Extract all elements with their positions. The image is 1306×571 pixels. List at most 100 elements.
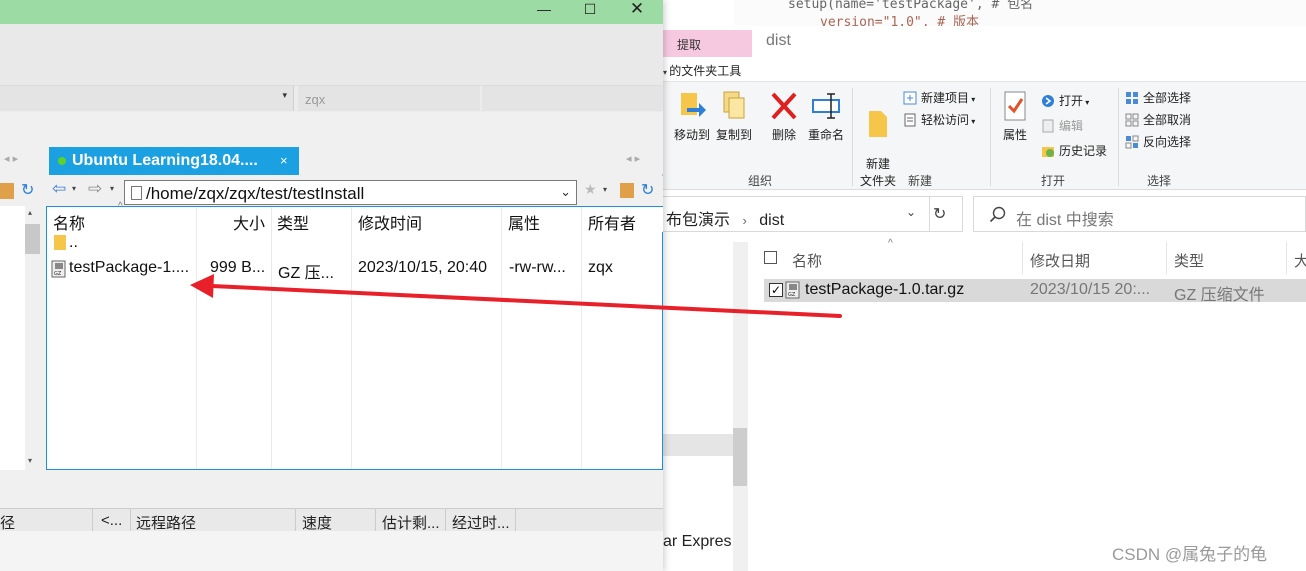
- bookmark-icon[interactable]: ★: [584, 181, 597, 198]
- group-organize-label: 组织: [748, 174, 773, 188]
- remote-list-header: 名称 ^ 大小 类型 修改时间 属性 所有者: [47, 201, 663, 469]
- select-all-checkbox[interactable]: [764, 251, 777, 264]
- maximize-icon[interactable]: ☐: [567, 0, 613, 22]
- ribbon-tab-extract[interactable]: 提取: [663, 30, 752, 57]
- col-modified[interactable]: 修改时间: [358, 210, 422, 234]
- code-editor-peek: setup(name='testPackage', # 包名 version="…: [734, 0, 1306, 26]
- invert-selection-button[interactable]: 反向选择: [1125, 132, 1191, 152]
- search-placeholder: 在 dist 中搜索: [1016, 212, 1114, 229]
- select-all-button[interactable]: 全部选择: [1125, 88, 1191, 108]
- navigation-item[interactable]: ar Expres: [663, 533, 731, 551]
- session-tab[interactable]: Ubuntu Learning18.04....: [49, 147, 299, 175]
- select-none-button[interactable]: 全部取消: [1125, 110, 1191, 130]
- remote-home-icon[interactable]: [620, 183, 634, 198]
- new-item-icon: [903, 91, 917, 105]
- watermark: CSDN @属兔子的龟: [1112, 545, 1268, 564]
- col-type[interactable]: 类型: [277, 210, 309, 234]
- tab-scroll-right-icon[interactable]: ◂ ▸: [626, 152, 640, 165]
- remote-path-input[interactable]: /home/zqx/zqx/test/testInstall ⌄: [124, 180, 577, 205]
- file-row[interactable]: ✓ GZ testPackage-1.0.tar.gz 2023/10/15 2…: [764, 279, 1306, 304]
- rename-button[interactable]: 重命名: [806, 90, 846, 143]
- transfer-queue-list[interactable]: [0, 531, 663, 571]
- move-to-button[interactable]: 移动到: [672, 90, 712, 143]
- table-row[interactable]: ..: [47, 232, 663, 256]
- file-list-header: 名称 ^ 修改日期 类型 大: [748, 238, 1306, 276]
- column-size[interactable]: 大: [1294, 250, 1306, 271]
- queue-col-speed[interactable]: 速度: [302, 512, 332, 533]
- window-titlebar[interactable]: — ☐ ✕: [0, 0, 663, 24]
- breadcrumb-current[interactable]: dist: [759, 212, 784, 229]
- open-icon: [1042, 95, 1054, 107]
- move-to-label: 移动到: [673, 128, 710, 142]
- table-row[interactable]: GZ testPackage-1.... 999 B... GZ 压... 20…: [47, 257, 663, 282]
- row-owner: zqx: [588, 259, 613, 276]
- column-name[interactable]: 名称: [792, 250, 822, 271]
- delete-icon: [771, 92, 797, 120]
- col-rights[interactable]: 属性: [508, 210, 540, 234]
- local-home-icon[interactable]: [0, 183, 14, 199]
- close-icon[interactable]: ✕: [614, 0, 660, 22]
- navigation-pane-selected-item[interactable]: [663, 434, 733, 456]
- col-size[interactable]: 大小: [233, 210, 265, 234]
- open-button[interactable]: 打开 ▾: [1041, 91, 1089, 111]
- properties-button[interactable]: 属性: [998, 90, 1032, 143]
- search-icon: [989, 206, 1006, 223]
- search-input[interactable]: 在 dist 中搜索: [973, 196, 1306, 232]
- queue-col-direction[interactable]: <...: [101, 512, 122, 529]
- folder-path-icon: [131, 186, 142, 200]
- edit-label: 编辑: [1059, 119, 1084, 133]
- parent-folder-icon: [54, 235, 66, 250]
- column-modified[interactable]: 修改日期: [1030, 250, 1090, 271]
- navigation-pane-scroll-thumb[interactable]: [733, 428, 747, 486]
- new-item-button[interactable]: 新建项目 ▾: [903, 88, 975, 108]
- navigation-pane-scrollbar[interactable]: [733, 242, 748, 571]
- queue-col-remote-path[interactable]: 远程路径: [136, 512, 196, 533]
- refresh-icon[interactable]: ↻: [933, 204, 946, 224]
- open-label: 打开: [1059, 94, 1084, 108]
- queue-col-elapsed[interactable]: 经过时...: [452, 512, 510, 533]
- main-toolbar: [0, 24, 663, 86]
- row-name: ..: [69, 234, 78, 251]
- breadcrumb-dropdown-icon[interactable]: ⌄: [906, 205, 916, 219]
- col-owner[interactable]: 所有者: [588, 210, 636, 234]
- local-scroll-thumb[interactable]: [25, 224, 40, 254]
- queue-col-local-path[interactable]: 径: [0, 512, 15, 533]
- minimize-icon[interactable]: —: [521, 0, 567, 22]
- group-select-label: 选择: [1147, 174, 1172, 188]
- local-refresh-icon[interactable]: ↻: [21, 180, 34, 200]
- col-name[interactable]: 名称: [53, 210, 85, 234]
- connected-status-icon: [58, 157, 66, 165]
- column-type[interactable]: 类型: [1174, 250, 1204, 271]
- dropdown-arrow-icon[interactable]: ▾: [282, 90, 287, 101]
- row-checkbox[interactable]: ✓: [769, 283, 783, 297]
- tab-scroll-left-icon[interactable]: ◂ ▸: [4, 152, 18, 165]
- file-modified: 2023/10/15 20:...: [1030, 281, 1151, 298]
- edit-icon: [1042, 119, 1054, 133]
- local-drive-select[interactable]: ▾: [0, 86, 294, 111]
- file-type: GZ 压缩文件: [1174, 287, 1265, 304]
- remote-account-field[interactable]: zqx: [298, 86, 480, 111]
- new-folder-icon: [869, 111, 887, 137]
- new-folder-button[interactable]: 新建 文件夹: [858, 90, 898, 190]
- breadcrumb-separator-icon: ›: [742, 213, 747, 228]
- edit-button[interactable]: 编辑: [1041, 116, 1083, 136]
- easy-access-button[interactable]: 轻松访问 ▾: [903, 110, 975, 130]
- breadcrumb[interactable]: 布包演示 › dist ⌄ ↻: [663, 196, 963, 232]
- select-none-label: 全部取消: [1143, 113, 1192, 127]
- queue-col-remaining[interactable]: 估计剩...: [382, 512, 440, 533]
- sort-ascending-icon: ^: [888, 238, 893, 249]
- path-dropdown-icon[interactable]: ⌄: [560, 184, 571, 200]
- breadcrumb-parent[interactable]: 布包演示: [666, 212, 730, 229]
- local-panel-scrollbar[interactable]: ▴ ▾: [25, 206, 41, 470]
- remote-refresh-icon[interactable]: ↻: [641, 180, 654, 200]
- tab-close-icon[interactable]: ×: [280, 153, 288, 168]
- copy-to-button[interactable]: 复制到: [714, 90, 754, 143]
- copy-to-label: 复制到: [715, 128, 752, 142]
- invert-selection-icon: [1125, 135, 1139, 149]
- back-icon[interactable]: ⇦: [52, 179, 66, 199]
- forward-icon[interactable]: ⇨: [88, 179, 102, 199]
- delete-button[interactable]: 删除: [766, 90, 802, 143]
- navigation-pane[interactable]: [663, 242, 733, 571]
- toolbar-field[interactable]: [482, 86, 663, 111]
- history-button[interactable]: 历史记录: [1041, 141, 1107, 161]
